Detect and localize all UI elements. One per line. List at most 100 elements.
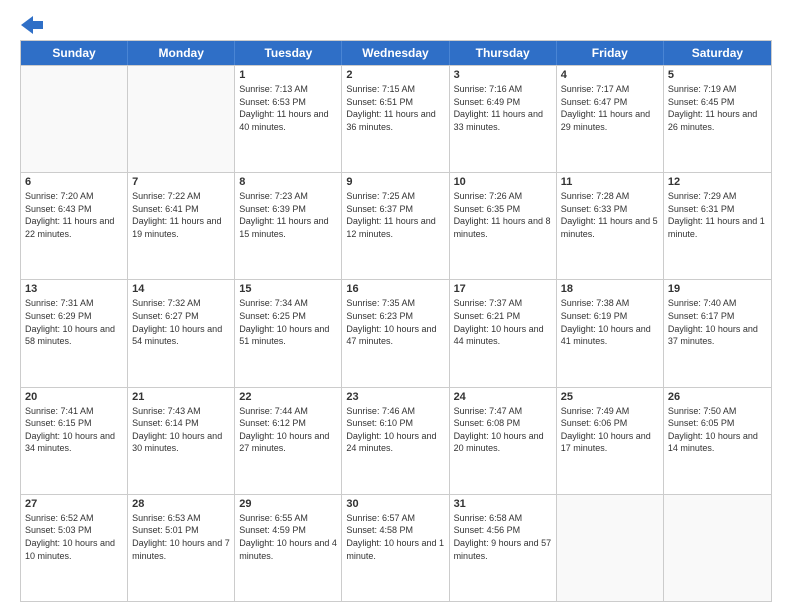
cal-cell — [557, 495, 664, 601]
cal-cell: 23 Sunrise: 7:46 AM Sunset: 6:10 PM Dayli… — [342, 388, 449, 494]
cal-cell: 14 Sunrise: 7:32 AM Sunset: 6:27 PM Dayli… — [128, 280, 235, 386]
cal-cell: 11 Sunrise: 7:28 AM Sunset: 6:33 PM Dayli… — [557, 173, 664, 279]
day-number: 29 — [239, 498, 337, 510]
cal-cell — [128, 66, 235, 172]
day-number: 16 — [346, 283, 444, 295]
cal-cell: 29 Sunrise: 6:55 AM Sunset: 4:59 PM Dayli… — [235, 495, 342, 601]
cell-content: Sunrise: 7:22 AM Sunset: 6:41 PM Dayligh… — [132, 190, 230, 240]
cell-content: Sunrise: 7:19 AM Sunset: 6:45 PM Dayligh… — [668, 83, 767, 133]
day-number: 6 — [25, 176, 123, 188]
cell-content: Sunrise: 7:46 AM Sunset: 6:10 PM Dayligh… — [346, 405, 444, 455]
cell-content: Sunrise: 7:50 AM Sunset: 6:05 PM Dayligh… — [668, 405, 767, 455]
cal-cell: 17 Sunrise: 7:37 AM Sunset: 6:21 PM Dayli… — [450, 280, 557, 386]
day-number: 5 — [668, 69, 767, 81]
page: SundayMondayTuesdayWednesdayThursdayFrid… — [0, 0, 792, 612]
cell-content: Sunrise: 6:57 AM Sunset: 4:58 PM Dayligh… — [346, 512, 444, 562]
day-number: 7 — [132, 176, 230, 188]
cal-cell: 19 Sunrise: 7:40 AM Sunset: 6:17 PM Dayli… — [664, 280, 771, 386]
cell-content: Sunrise: 7:43 AM Sunset: 6:14 PM Dayligh… — [132, 405, 230, 455]
cal-cell: 5 Sunrise: 7:19 AM Sunset: 6:45 PM Daylig… — [664, 66, 771, 172]
day-number: 28 — [132, 498, 230, 510]
cell-content: Sunrise: 7:41 AM Sunset: 6:15 PM Dayligh… — [25, 405, 123, 455]
day-number: 11 — [561, 176, 659, 188]
day-number: 25 — [561, 391, 659, 403]
day-number: 4 — [561, 69, 659, 81]
day-number: 2 — [346, 69, 444, 81]
cal-cell: 4 Sunrise: 7:17 AM Sunset: 6:47 PM Daylig… — [557, 66, 664, 172]
day-number: 8 — [239, 176, 337, 188]
day-number: 10 — [454, 176, 552, 188]
day-number: 9 — [346, 176, 444, 188]
cal-cell: 22 Sunrise: 7:44 AM Sunset: 6:12 PM Dayli… — [235, 388, 342, 494]
cal-cell: 18 Sunrise: 7:38 AM Sunset: 6:19 PM Dayli… — [557, 280, 664, 386]
cal-header-friday: Friday — [557, 41, 664, 65]
cal-header-wednesday: Wednesday — [342, 41, 449, 65]
cell-content: Sunrise: 7:17 AM Sunset: 6:47 PM Dayligh… — [561, 83, 659, 133]
logo — [20, 16, 43, 30]
calendar-header-row: SundayMondayTuesdayWednesdayThursdayFrid… — [21, 41, 771, 65]
day-number: 17 — [454, 283, 552, 295]
cell-content: Sunrise: 7:37 AM Sunset: 6:21 PM Dayligh… — [454, 297, 552, 347]
cell-content: Sunrise: 7:35 AM Sunset: 6:23 PM Dayligh… — [346, 297, 444, 347]
calendar: SundayMondayTuesdayWednesdayThursdayFrid… — [20, 40, 772, 602]
cal-cell: 7 Sunrise: 7:22 AM Sunset: 6:41 PM Daylig… — [128, 173, 235, 279]
cal-cell: 27 Sunrise: 6:52 AM Sunset: 5:03 PM Dayli… — [21, 495, 128, 601]
day-number: 18 — [561, 283, 659, 295]
cal-cell: 25 Sunrise: 7:49 AM Sunset: 6:06 PM Dayli… — [557, 388, 664, 494]
logo-arrow-icon — [21, 16, 43, 34]
day-number: 21 — [132, 391, 230, 403]
calendar-body: 1Sunrise: 7:13 AM Sunset: 6:53 PM Daylig… — [21, 65, 771, 601]
day-number: 13 — [25, 283, 123, 295]
cal-cell: 12 Sunrise: 7:29 AM Sunset: 6:31 PM Dayli… — [664, 173, 771, 279]
day-number: 20 — [25, 391, 123, 403]
cell-content: Sunrise: 7:47 AM Sunset: 6:08 PM Dayligh… — [454, 405, 552, 455]
cal-header-sunday: Sunday — [21, 41, 128, 65]
cal-cell: 6 Sunrise: 7:20 AM Sunset: 6:43 PM Daylig… — [21, 173, 128, 279]
day-number: 22 — [239, 391, 337, 403]
cal-week-4: 20 Sunrise: 7:41 AM Sunset: 6:15 PM Dayli… — [21, 387, 771, 494]
cal-cell: 15Sunrise: 7:34 AM Sunset: 6:25 PM Dayli… — [235, 280, 342, 386]
cal-cell: 16 Sunrise: 7:35 AM Sunset: 6:23 PM Dayli… — [342, 280, 449, 386]
day-number: 30 — [346, 498, 444, 510]
cal-week-5: 27 Sunrise: 6:52 AM Sunset: 5:03 PM Dayli… — [21, 494, 771, 601]
cell-content: Sunrise: 7:34 AM Sunset: 6:25 PM Dayligh… — [239, 297, 337, 347]
cal-week-3: 13Sunrise: 7:31 AM Sunset: 6:29 PM Dayli… — [21, 279, 771, 386]
cal-header-monday: Monday — [128, 41, 235, 65]
cell-content: Sunrise: 7:26 AM Sunset: 6:35 PM Dayligh… — [454, 190, 552, 240]
logo-wrapper — [20, 16, 43, 34]
cell-content: Sunrise: 7:44 AM Sunset: 6:12 PM Dayligh… — [239, 405, 337, 455]
cell-content: Sunrise: 7:32 AM Sunset: 6:27 PM Dayligh… — [132, 297, 230, 347]
day-number: 23 — [346, 391, 444, 403]
day-number: 27 — [25, 498, 123, 510]
cell-content: Sunrise: 6:55 AM Sunset: 4:59 PM Dayligh… — [239, 512, 337, 562]
cal-cell: 10 Sunrise: 7:26 AM Sunset: 6:35 PM Dayli… — [450, 173, 557, 279]
cell-content: Sunrise: 7:38 AM Sunset: 6:19 PM Dayligh… — [561, 297, 659, 347]
cal-cell: 26Sunrise: 7:50 AM Sunset: 6:05 PM Dayli… — [664, 388, 771, 494]
cell-content: Sunrise: 7:28 AM Sunset: 6:33 PM Dayligh… — [561, 190, 659, 240]
day-number: 31 — [454, 498, 552, 510]
cal-cell: 24Sunrise: 7:47 AM Sunset: 6:08 PM Dayli… — [450, 388, 557, 494]
cal-cell: 13Sunrise: 7:31 AM Sunset: 6:29 PM Dayli… — [21, 280, 128, 386]
cal-cell: 8Sunrise: 7:23 AM Sunset: 6:39 PM Daylig… — [235, 173, 342, 279]
cal-cell: 31 Sunrise: 6:58 AM Sunset: 4:56 PM Dayli… — [450, 495, 557, 601]
day-number: 12 — [668, 176, 767, 188]
cal-cell: 28 Sunrise: 6:53 AM Sunset: 5:01 PM Dayli… — [128, 495, 235, 601]
cell-content: Sunrise: 6:58 AM Sunset: 4:56 PM Dayligh… — [454, 512, 552, 562]
cell-content: Sunrise: 7:16 AM Sunset: 6:49 PM Dayligh… — [454, 83, 552, 133]
cell-content: Sunrise: 6:53 AM Sunset: 5:01 PM Dayligh… — [132, 512, 230, 562]
header — [20, 16, 772, 30]
cal-cell — [664, 495, 771, 601]
cell-content: Sunrise: 7:49 AM Sunset: 6:06 PM Dayligh… — [561, 405, 659, 455]
cell-content: Sunrise: 6:52 AM Sunset: 5:03 PM Dayligh… — [25, 512, 123, 562]
cell-content: Sunrise: 7:29 AM Sunset: 6:31 PM Dayligh… — [668, 190, 767, 240]
day-number: 19 — [668, 283, 767, 295]
cal-week-1: 1Sunrise: 7:13 AM Sunset: 6:53 PM Daylig… — [21, 65, 771, 172]
cell-content: Sunrise: 7:20 AM Sunset: 6:43 PM Dayligh… — [25, 190, 123, 240]
cal-header-tuesday: Tuesday — [235, 41, 342, 65]
cal-cell: 30 Sunrise: 6:57 AM Sunset: 4:58 PM Dayli… — [342, 495, 449, 601]
cal-cell: 1Sunrise: 7:13 AM Sunset: 6:53 PM Daylig… — [235, 66, 342, 172]
day-number: 1 — [239, 69, 337, 81]
cell-content: Sunrise: 7:40 AM Sunset: 6:17 PM Dayligh… — [668, 297, 767, 347]
cal-week-2: 6 Sunrise: 7:20 AM Sunset: 6:43 PM Daylig… — [21, 172, 771, 279]
day-number: 14 — [132, 283, 230, 295]
